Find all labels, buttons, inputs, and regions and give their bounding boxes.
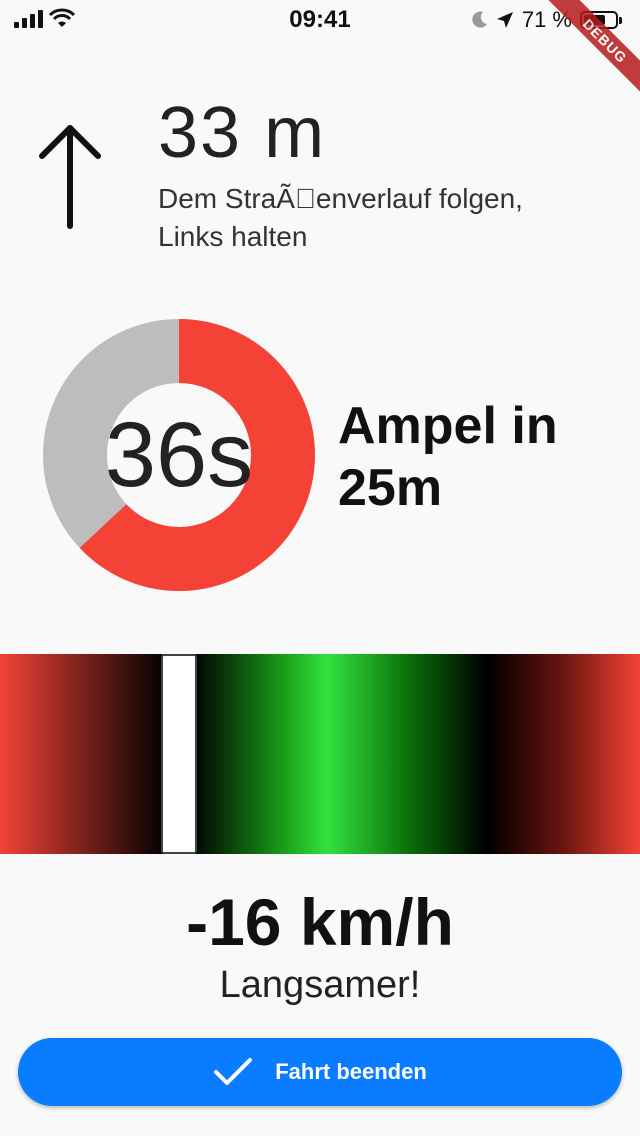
speed-hint: Langsamer! [219,964,421,1006]
traffic-light-distance: Ampel in 25m [338,397,558,517]
check-icon [214,1058,253,1085]
maneuver-instruction: Dem StraÃ enverlauf folgen, Links halten [158,183,523,252]
countdown-seconds: 36s [104,403,254,506]
speed-difference: -16 km/h [186,885,454,959]
location-arrow-icon [496,12,513,28]
speed-advice-bar [0,654,640,854]
status-bar: 09:41 71 % [0,0,640,40]
end-ride-button[interactable]: Fahrt beenden [18,1038,622,1106]
end-ride-label: Fahrt beenden [275,1059,427,1084]
distance-to-turn: 33 m [158,93,327,173]
speed-marker [161,654,198,854]
moon-icon [472,11,487,28]
arrow-up-icon [39,125,101,229]
